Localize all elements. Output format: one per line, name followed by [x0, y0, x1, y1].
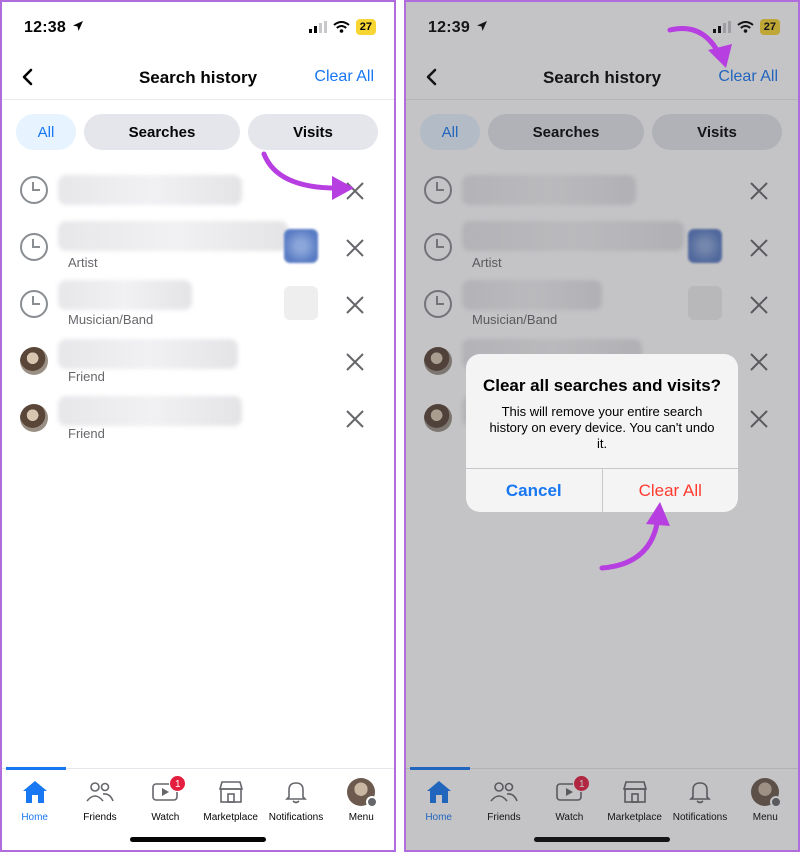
- dialog-title: Clear all searches and visits?: [482, 376, 722, 395]
- remove-item-button[interactable]: [344, 294, 366, 316]
- remove-item-button[interactable]: [344, 237, 366, 259]
- remove-item-button[interactable]: [344, 180, 366, 202]
- battery-level: 27: [355, 19, 376, 35]
- bottom-nav: Home Friends 1 Watch Marketplace Notific…: [2, 767, 394, 850]
- row-subtitle: Artist: [68, 255, 98, 270]
- wifi-icon: [333, 21, 350, 33]
- chevron-left-icon: [22, 68, 33, 86]
- blurred-title: [58, 339, 238, 369]
- dialog-buttons: Cancel Clear All: [466, 468, 738, 512]
- blurred-title: [58, 175, 242, 205]
- friends-icon: [85, 777, 115, 807]
- bell-icon: [281, 777, 311, 807]
- row-thumbnail: [284, 229, 318, 263]
- nav-label: Marketplace: [203, 812, 258, 823]
- blurred-title: [58, 396, 242, 426]
- history-row[interactable]: Musician/Band: [2, 276, 394, 333]
- nav-watch[interactable]: 1 Watch: [133, 775, 197, 823]
- close-icon: [346, 410, 364, 428]
- remove-item-button[interactable]: [344, 408, 366, 430]
- header: Search history Clear All: [2, 56, 394, 100]
- dialog-message: This will remove your entire search hist…: [489, 404, 715, 451]
- menu-icon: [366, 796, 379, 808]
- row-thumbnail: [284, 286, 318, 320]
- watch-badge: 1: [169, 775, 187, 792]
- clock-icon: [20, 176, 48, 204]
- avatar: [20, 347, 48, 375]
- history-list: Artist Musician/Band Friend Friend: [2, 162, 394, 447]
- location-arrow-icon: [73, 21, 83, 31]
- blurred-title: [58, 280, 192, 310]
- row-subtitle: Musician/Band: [68, 312, 154, 327]
- row-subtitle: Friend: [68, 426, 105, 441]
- back-button[interactable]: [16, 66, 38, 88]
- nav-menu[interactable]: Menu: [329, 777, 393, 823]
- nav-active-indicator: [6, 767, 66, 770]
- home-icon: [20, 777, 50, 807]
- avatar: [20, 404, 48, 432]
- marketplace-icon: [216, 777, 246, 807]
- remove-item-button[interactable]: [344, 351, 366, 373]
- clear-all-button[interactable]: Clear All: [314, 68, 374, 86]
- close-icon: [346, 296, 364, 314]
- nav-notifications[interactable]: Notifications: [264, 777, 328, 823]
- nav-label: Notifications: [268, 812, 324, 823]
- nav-label: Menu: [348, 812, 374, 823]
- history-row[interactable]: [2, 162, 394, 219]
- status-bar: 12:38 27: [2, 2, 394, 56]
- tab-searches[interactable]: Searches: [84, 114, 240, 150]
- filter-tabs: All Searches Visits: [16, 114, 380, 152]
- close-icon: [346, 239, 364, 257]
- cancel-button[interactable]: Cancel: [466, 469, 603, 512]
- history-row[interactable]: Friend: [2, 333, 394, 390]
- blurred-title: [58, 221, 288, 251]
- status-icons: 27: [308, 19, 376, 35]
- menu-avatar: [347, 778, 379, 808]
- confirm-dialog: Clear all searches and visits? This will…: [466, 354, 738, 512]
- close-icon: [346, 182, 364, 200]
- nav-label: Friends: [83, 812, 117, 823]
- home-indicator: [130, 837, 266, 842]
- confirm-clear-all-button[interactable]: Clear All: [603, 469, 739, 512]
- history-row[interactable]: Artist: [2, 219, 394, 276]
- clock-icon: [20, 290, 48, 318]
- phone-screen-left: 12:38 27 Search history Clear All All Se…: [0, 0, 396, 852]
- signal-icon: [308, 21, 327, 33]
- phone-screen-right: 12:39 27 Search history Clear All All Se…: [404, 0, 800, 852]
- history-row[interactable]: Friend: [2, 390, 394, 447]
- row-subtitle: Friend: [68, 369, 105, 384]
- status-time: 12:38: [24, 19, 66, 36]
- close-icon: [346, 353, 364, 371]
- nav-home[interactable]: Home: [3, 777, 67, 823]
- tab-visits[interactable]: Visits: [248, 114, 378, 150]
- nav-marketplace[interactable]: Marketplace: [199, 777, 263, 823]
- clock-icon: [20, 233, 48, 261]
- nav-friends[interactable]: Friends: [68, 777, 132, 823]
- nav-label: Home: [21, 812, 48, 823]
- nav-label: Watch: [151, 812, 180, 823]
- tab-all[interactable]: All: [16, 114, 76, 150]
- menu-avatar-wrapper: [346, 777, 379, 808]
